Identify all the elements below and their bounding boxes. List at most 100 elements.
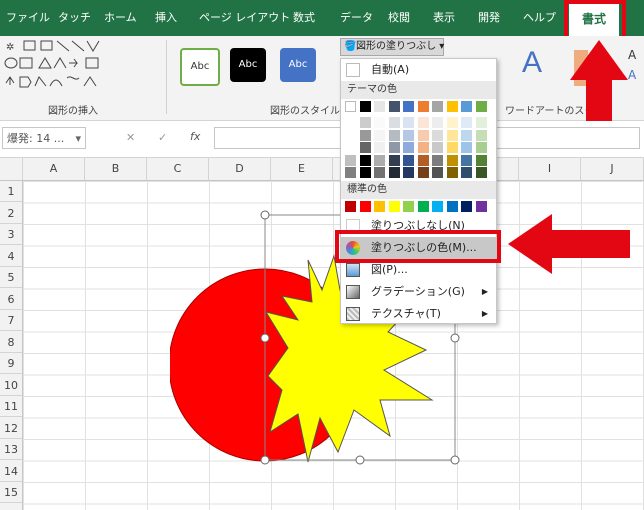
theme-color-swatch[interactable] [417,142,429,153]
theme-color-swatch[interactable] [461,117,472,128]
enter-icon[interactable]: ✓ [158,131,167,144]
column-header[interactable]: A [23,158,85,180]
theme-color-swatch[interactable] [446,129,458,141]
theme-color-swatch[interactable] [432,101,443,112]
shape-style-blue[interactable]: Abc [280,48,316,82]
text-fill-icon[interactable]: A [628,48,636,62]
tab-touch[interactable]: タッチ [58,9,91,25]
standard-color-swatch[interactable] [432,201,443,212]
theme-color-swatch[interactable] [403,142,414,153]
column-header[interactable]: J [581,158,644,180]
standard-color-swatch[interactable] [374,201,385,212]
theme-color-swatch[interactable] [403,167,414,178]
theme-color-swatch[interactable] [359,117,371,128]
theme-color-swatch[interactable] [446,154,458,166]
row-header[interactable]: 11 [0,396,22,417]
theme-color-swatch[interactable] [475,129,487,141]
theme-color-swatch[interactable] [403,129,414,141]
row-header[interactable]: 5 [0,267,22,288]
standard-color-swatch[interactable] [359,201,371,212]
resize-handle[interactable] [260,333,270,343]
theme-color-swatch[interactable] [359,167,371,178]
theme-color-swatch[interactable] [417,101,429,112]
row-header[interactable]: 15 [0,482,22,503]
theme-color-swatch[interactable] [374,167,385,178]
menu-item-gradient[interactable]: グラデーション(G) ▶ [341,281,496,303]
column-header[interactable]: E [271,158,333,180]
theme-color-swatch[interactable] [374,154,385,166]
theme-color-swatch[interactable] [388,154,400,166]
tab-developer[interactable]: 開発 [478,9,500,25]
theme-color-swatch[interactable] [403,117,414,128]
row-header[interactable]: 10 [0,375,22,396]
theme-color-swatch[interactable] [359,129,371,141]
standard-color-swatch[interactable] [388,201,400,212]
row-header[interactable]: 9 [0,353,22,374]
theme-color-swatch[interactable] [403,154,414,166]
tab-page-layout[interactable]: ページ レイアウト [199,9,290,25]
theme-color-swatch[interactable] [417,129,429,141]
theme-color-swatch[interactable] [388,101,400,112]
row-header[interactable]: 12 [0,418,22,439]
tab-formulas[interactable]: 数式 [293,9,315,25]
theme-color-swatch[interactable] [345,101,356,112]
theme-color-swatch[interactable] [461,129,472,141]
row-header[interactable]: 4 [0,246,22,267]
column-header[interactable]: B [85,158,147,180]
theme-color-swatch[interactable] [374,129,385,141]
theme-color-swatch[interactable] [417,117,429,128]
wordart-style[interactable]: A [522,46,542,80]
theme-color-swatch[interactable] [359,154,371,166]
theme-color-swatch[interactable] [475,117,487,128]
menu-item-automatic[interactable]: 自動(A) [341,59,496,81]
theme-color-swatch[interactable] [417,154,429,166]
row-header[interactable]: 3 [0,224,22,245]
theme-color-swatch[interactable] [345,167,356,178]
theme-color-swatch[interactable] [359,142,371,153]
standard-color-swatch[interactable] [446,201,458,212]
standard-color-swatch[interactable] [345,201,356,212]
theme-color-swatch[interactable] [461,101,472,112]
standard-color-swatch[interactable] [461,201,472,212]
tab-home[interactable]: ホーム [104,9,137,25]
theme-color-swatch[interactable] [432,117,443,128]
cancel-icon[interactable]: ✕ [126,131,135,144]
theme-color-swatch[interactable] [374,117,385,128]
theme-color-swatch[interactable] [432,167,443,178]
resize-handle[interactable] [260,210,270,220]
menu-item-texture[interactable]: テクスチャ(T) ▶ [341,303,496,325]
theme-color-swatch[interactable] [461,154,472,166]
resize-handle[interactable] [355,455,365,465]
theme-color-swatch[interactable] [388,167,400,178]
tab-file[interactable]: ファイル [6,9,50,25]
row-header[interactable]: 2 [0,203,22,224]
select-all-corner[interactable] [0,158,23,180]
theme-color-swatch[interactable] [446,101,458,112]
shape-style-white[interactable]: Abc [180,48,220,86]
theme-color-swatch[interactable] [461,167,472,178]
theme-color-swatch[interactable] [374,142,385,153]
theme-color-swatch[interactable] [475,142,487,153]
standard-color-swatch[interactable] [417,201,429,212]
tab-view[interactable]: 表示 [433,9,455,25]
resize-handle[interactable] [260,455,270,465]
theme-color-swatch[interactable] [403,101,414,112]
row-header[interactable]: 14 [0,461,22,482]
row-header[interactable]: 7 [0,310,22,331]
theme-color-swatch[interactable] [374,101,385,112]
theme-color-swatch[interactable] [446,167,458,178]
theme-color-swatch[interactable] [475,154,487,166]
row-header[interactable]: 13 [0,439,22,460]
theme-color-swatch[interactable] [388,117,400,128]
theme-color-swatch[interactable] [388,129,400,141]
name-box[interactable]: 爆発: 14 ... ▾ [2,127,86,149]
theme-color-swatch[interactable] [388,142,400,153]
resize-handle[interactable] [450,455,460,465]
theme-color-swatch[interactable] [345,154,356,166]
text-effects-icon[interactable]: A [628,68,636,82]
standard-color-swatch[interactable] [403,201,414,212]
tab-review[interactable]: 校閲 [388,9,410,25]
tab-insert[interactable]: 挿入 [155,9,177,25]
insert-function-icon[interactable]: fx [190,130,200,143]
tab-data[interactable]: データ [340,9,373,25]
